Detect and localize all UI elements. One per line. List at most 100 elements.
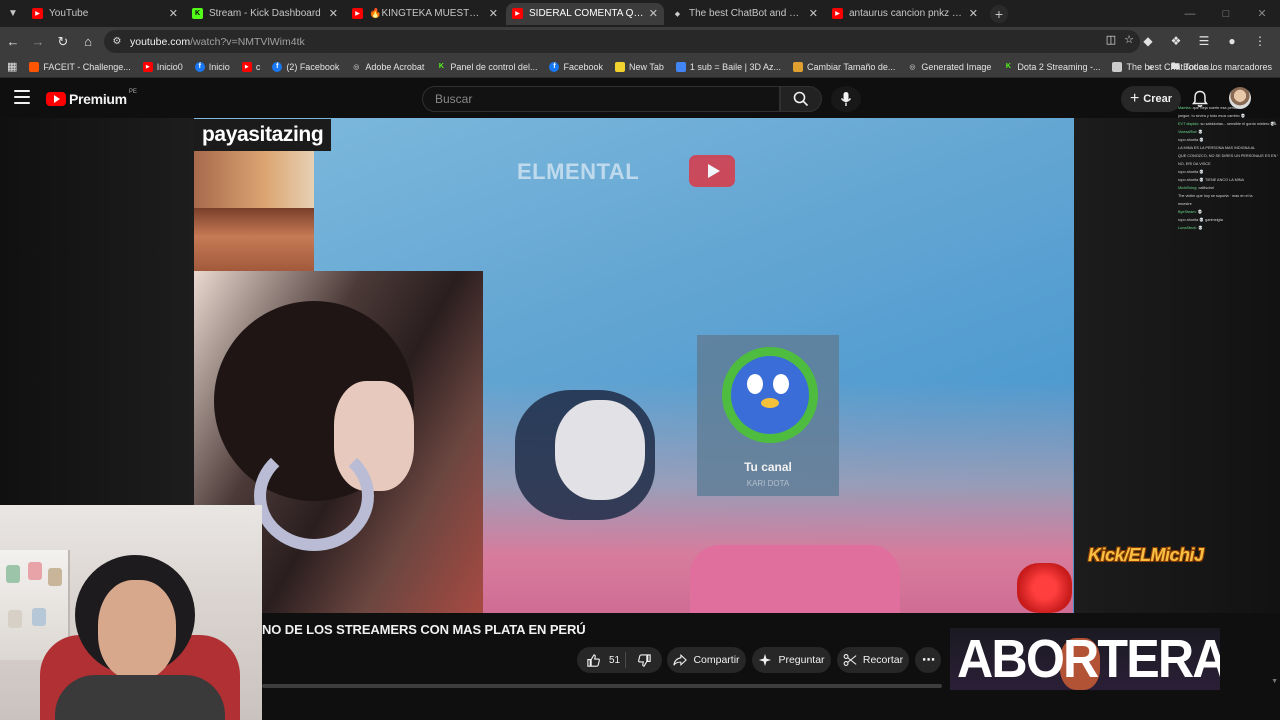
browser-tab[interactable]: ▶ SIDERAL COMENTA QUE ZEIN E ✕ xyxy=(506,2,664,25)
botrix-icon xyxy=(1112,61,1123,72)
chat-message: LunaSteck: 💀 xyxy=(1178,225,1278,231)
browser-tab[interactable]: ▶ YouTube ✕ xyxy=(26,3,184,25)
facebook-icon: f xyxy=(272,61,283,72)
chat-text: NO, ERI DA VISCE xyxy=(1178,162,1211,166)
search-icon xyxy=(793,91,809,107)
chat-message: QUE CONOZCO, NO SE DIRES UN PERSONAJE ES… xyxy=(1178,153,1278,159)
bookmark-item[interactable]: ▶ c xyxy=(241,61,260,72)
new-tab-button[interactable]: + xyxy=(990,4,1008,23)
bookmark-item[interactable]: K Panel de control del... xyxy=(436,62,538,72)
share-button[interactable]: Compartir xyxy=(667,647,746,673)
extension-diamond-icon[interactable]: ◆ xyxy=(1136,29,1160,53)
chat-text: LA MINA ES LA PERSONA MAS INDIGNA AL xyxy=(1178,146,1256,150)
chat-text: 💀 xyxy=(1198,130,1204,134)
bookmark-item[interactable]: ▶ Inicio0 xyxy=(142,61,183,72)
like-button[interactable]: 51 xyxy=(577,647,625,673)
scroll-down-arrow-icon[interactable]: ▼ xyxy=(1271,678,1278,685)
chat-text: ropo ahorita 💀 xyxy=(1178,170,1205,174)
search-button[interactable] xyxy=(780,86,822,112)
chat-text: 💀 xyxy=(1198,226,1203,230)
bookmark-item[interactable]: New Tab xyxy=(614,61,664,72)
dislike-button[interactable] xyxy=(628,647,660,673)
more-actions-button[interactable]: ⋯ xyxy=(915,647,941,673)
clip-button[interactable]: Recortar xyxy=(837,647,909,673)
tab-title: YouTube xyxy=(49,8,89,19)
reading-list-icon[interactable]: ☰ xyxy=(1192,29,1216,53)
ask-button[interactable]: Preguntar xyxy=(752,647,831,673)
bookmark-item[interactable]: K Dota 2 Streaming -... xyxy=(1003,61,1101,72)
hamburger-menu-icon[interactable] xyxy=(14,90,30,104)
site-info-icon[interactable]: ⚙ xyxy=(110,35,124,49)
voice-search-button[interactable] xyxy=(831,86,861,112)
install-app-icon[interactable]: ◫ xyxy=(1106,33,1116,46)
create-button[interactable]: + Crear xyxy=(1121,86,1181,112)
tab-title: SIDERAL COMENTA QUE ZEIN E xyxy=(529,8,645,19)
address-bar[interactable]: ⚙ youtube.com/watch?v=NMTVlWim4tk ◫ ☆ xyxy=(104,30,1140,53)
youtube-favicon: ▶ xyxy=(32,8,43,19)
bookmark-label: Inicio xyxy=(208,61,230,72)
forward-arrow-icon[interactable]: → xyxy=(26,30,50,54)
youtube-favicon: ▶ xyxy=(512,8,523,19)
browser-tab[interactable]: ▶ 🔥KINGTEKA MUESTRA QUE M ✕ xyxy=(346,3,504,25)
close-window-icon[interactable]: ✕ xyxy=(1244,7,1280,20)
bookmark-item[interactable]: ◎ Adobe Acrobat xyxy=(351,62,424,72)
maximize-icon[interactable]: □ xyxy=(1208,8,1244,20)
create-label: Crear xyxy=(1143,93,1173,105)
chat-message: ropo ahorita 💀 xyxy=(1178,169,1278,175)
like-count: 51 xyxy=(609,654,621,666)
bookmark-item[interactable]: ◎ Generated Image xyxy=(907,62,991,72)
bookmark-item[interactable]: Cambiar Tamaño de... xyxy=(792,61,895,72)
tab-close-icon[interactable]: ✕ xyxy=(969,7,978,20)
scroll-up-arrow-icon[interactable]: ▲ xyxy=(1271,120,1278,127)
bookmark-item[interactable]: f (2) Facebook xyxy=(272,61,339,72)
thumbs-down-icon xyxy=(637,653,651,667)
tab-close-icon[interactable]: ✕ xyxy=(489,7,498,20)
youtube-icon: ▶ xyxy=(142,61,153,72)
browser-tab[interactable]: ▶ antaurus cancion pnkz - YouTu ✕ xyxy=(826,3,984,25)
apps-grid-icon[interactable]: ▦ xyxy=(7,60,17,73)
home-icon[interactable]: ⌂ xyxy=(76,30,100,54)
bookmark-label: Generated Image xyxy=(921,61,992,72)
bookmarks-overflow-icon[interactable]: » xyxy=(1148,62,1153,72)
tab-title: The best ChatBot and Widgets xyxy=(689,8,805,19)
search-input[interactable]: Buscar xyxy=(422,86,780,112)
minimize-icon[interactable]: — xyxy=(1172,8,1208,20)
chat-username: EVT dispido: xyxy=(1178,122,1201,126)
tab-close-icon[interactable]: ✕ xyxy=(169,7,178,20)
video-red-lamp xyxy=(1017,563,1072,613)
tabs-container: ▶ YouTube ✕ K Stream - Kick Dashboard ✕ ▶ 🔥KING… xyxy=(24,2,984,25)
bookmark-label: Adobe Acrobat xyxy=(365,61,425,72)
bookmark-item[interactable]: 1 sub = Baile | 3D Az... xyxy=(675,61,781,72)
chat-message: muestre xyxy=(1178,201,1278,207)
browser-tab[interactable]: K Stream - Kick Dashboard ✕ xyxy=(186,3,344,25)
dots-icon xyxy=(792,61,803,72)
browser-tab[interactable]: ◆ The best ChatBot and Widgets ✕ xyxy=(666,3,824,25)
extensions-puzzle-icon[interactable]: ❖ xyxy=(1164,29,1188,53)
omnibox-actions: ◫ ☆ xyxy=(1106,33,1134,46)
bookmark-item[interactable]: f Facebook xyxy=(549,61,603,72)
tab-title: antaurus cancion pnkz - YouTu xyxy=(849,8,965,19)
tab-close-icon[interactable]: ✕ xyxy=(329,7,338,20)
profile-icon[interactable]: ● xyxy=(1220,29,1244,53)
bookmark-item[interactable]: FACEIT - Challenge... xyxy=(29,61,131,72)
reload-icon[interactable]: ↻ xyxy=(51,30,75,54)
chat-message: EVT dispido: su sabidurias... sensible e… xyxy=(1178,121,1278,127)
all-bookmarks-link[interactable]: Todos los marcadores xyxy=(1184,62,1272,72)
tab-close-icon[interactable]: ✕ xyxy=(649,7,658,20)
banner-text: ABORTERA xyxy=(957,629,1220,689)
chat-username: VioesaRiot: xyxy=(1178,130,1199,134)
tab-search-chevron-icon[interactable]: ▼ xyxy=(2,3,24,25)
globe-icon: ◎ xyxy=(353,63,360,71)
bookmark-label: 1 sub = Baile | 3D Az... xyxy=(689,61,781,72)
browser-navbar: ← → ↻ ⌂ ⚙ youtube.com/watch?v=NMTVlWim4t… xyxy=(0,27,1280,56)
bookmark-star-icon[interactable]: ☆ xyxy=(1124,33,1134,46)
bookmark-label: Dota 2 Streaming -... xyxy=(1017,61,1101,72)
chat-message: ropo ahorita 💀 xyxy=(1178,137,1278,143)
bookmark-item[interactable]: f Inicio xyxy=(194,61,230,72)
bookmarks-bar: ▦ FACEIT - Challenge... ▶ Inicio0 f Inicio ▶ c… xyxy=(0,56,1280,78)
youtube-logo[interactable]: Premium PE xyxy=(46,89,137,107)
host-face xyxy=(98,580,176,680)
browser-menu-icon[interactable]: ⋮ xyxy=(1248,29,1272,53)
tab-close-icon[interactable]: ✕ xyxy=(809,7,818,20)
back-arrow-icon[interactable]: ← xyxy=(1,30,25,54)
